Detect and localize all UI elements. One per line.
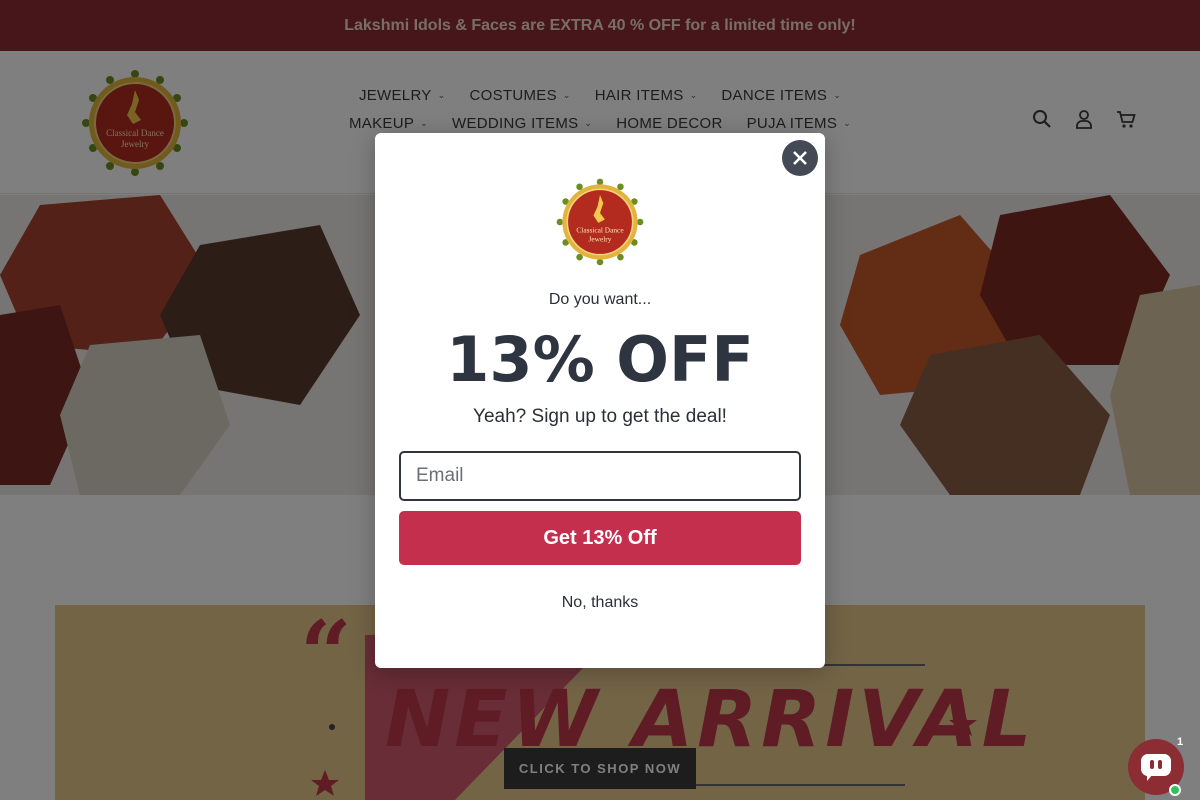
chevron-down-icon: ⌄ [833, 89, 842, 100]
logo-text-2: Jewelry [121, 139, 149, 149]
store-logo[interactable]: Classical Dance Jewelry [80, 68, 190, 178]
search-icon[interactable] [1032, 109, 1052, 129]
logo-text-1: Classical Dance [106, 128, 164, 138]
chevron-down-icon: ⌄ [437, 89, 446, 100]
nav-row-1: JEWELRY ⌄ COSTUMES ⌄ HAIR ITEMS ⌄ DANCE ITE… [330, 81, 870, 109]
modal-headline: 13% OFF [446, 323, 754, 396]
email-field[interactable] [399, 451, 801, 501]
modal-question: Do you want... [548, 291, 652, 308]
nav-item-makeup[interactable]: MAKEUP ⌄ [349, 115, 428, 132]
nav-item-puja-items[interactable]: PUJA ITEMS ⌄ [747, 115, 851, 132]
chat-icon [1141, 754, 1171, 781]
announcement-text: Lakshmi Idols & Faces are EXTRA 40 % OFF… [344, 16, 856, 34]
nav-item-costumes[interactable]: COSTUMES ⌄ [469, 87, 570, 104]
get-discount-button[interactable]: Get 13% Off [399, 511, 801, 565]
chevron-down-icon: ⌄ [843, 117, 851, 128]
shop-now-button[interactable]: CLICK TO SHOP NOW [504, 748, 696, 789]
modal-subtext: Yeah? Sign up to get the deal! [473, 406, 727, 427]
modal-logo-text-1: Classical Dance [576, 226, 624, 235]
chevron-down-icon: ⌄ [562, 89, 571, 100]
nav-item-hair-items[interactable]: HAIR ITEMS ⌄ [595, 87, 698, 104]
modal-logo: Classical Dance Jewelry [555, 177, 645, 267]
decline-button[interactable]: No, thanks [375, 594, 825, 612]
close-icon [793, 151, 807, 165]
announcement-bar: Lakshmi Idols & Faces are EXTRA 40 % OFF… [0, 0, 1200, 51]
header-icons [1032, 109, 1136, 129]
chevron-down-icon: ⌄ [689, 89, 698, 100]
cart-icon[interactable] [1116, 109, 1136, 129]
chevron-down-icon: ⌄ [420, 117, 429, 128]
chevron-down-icon: ⌄ [584, 117, 593, 128]
online-status-dot [1169, 784, 1181, 796]
account-icon[interactable] [1074, 109, 1094, 129]
close-button[interactable] [782, 140, 818, 176]
nav-item-wedding-items[interactable]: WEDDING ITEMS ⌄ [452, 115, 592, 132]
nav-item-dance-items[interactable]: DANCE ITEMS ⌄ [721, 87, 841, 104]
chat-notification-badge: 1 [1176, 736, 1184, 748]
nav-item-jewelry[interactable]: JEWELRY ⌄ [359, 87, 446, 104]
nav-item-home-decor[interactable]: HOME DECOR [616, 115, 722, 132]
modal-logo-text-2: Jewelry [589, 235, 612, 244]
banner-headline: NEW ARRIVAL [385, 675, 1036, 765]
svg-text:“: “ [300, 605, 352, 707]
main-nav: JEWELRY ⌄ COSTUMES ⌄ HAIR ITEMS ⌄ DANCE ITE… [330, 81, 870, 137]
signup-modal: Classical Dance Jewelry Do you want... 1… [375, 133, 825, 668]
